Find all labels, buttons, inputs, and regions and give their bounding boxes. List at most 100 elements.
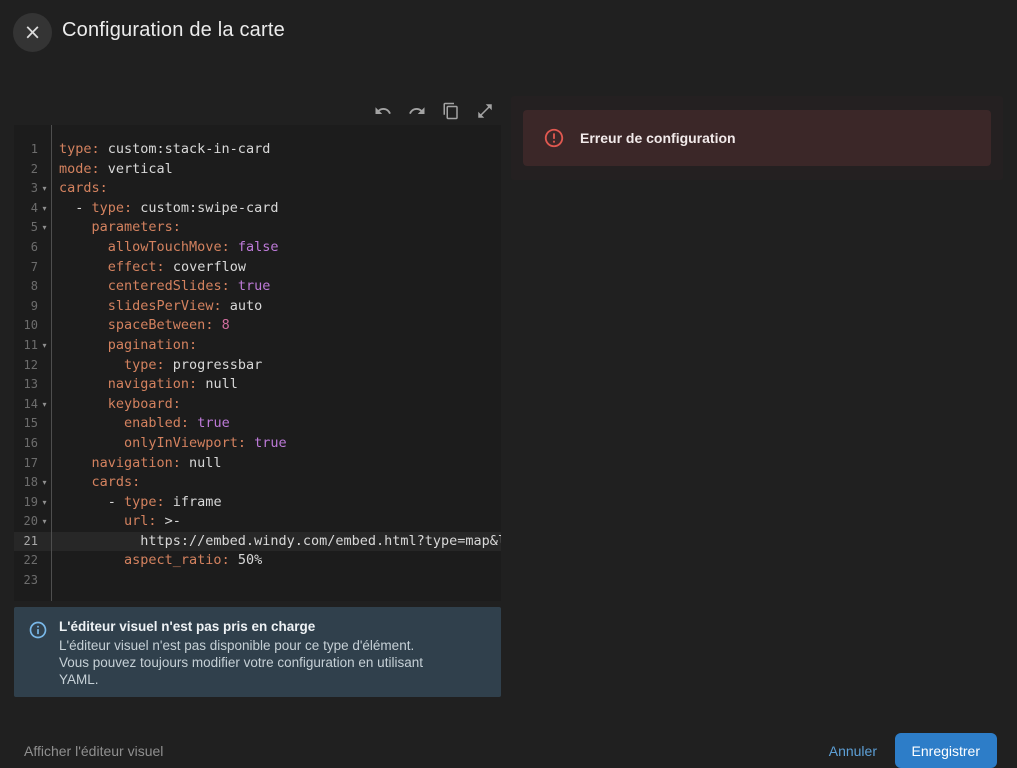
line-number: 13 [14, 375, 38, 395]
code-text: slidesPerView: auto [51, 297, 501, 317]
error-banner: Erreur de configuration [523, 110, 991, 166]
code-line[interactable]: 13 navigation: null [14, 375, 501, 395]
line-number: 6 [14, 238, 38, 258]
line-number: 17 [14, 454, 38, 474]
info-icon [28, 620, 48, 640]
line-number: 14 [14, 395, 38, 415]
fold-toggle-icon[interactable]: ▾ [38, 218, 51, 238]
fold-spacer [38, 551, 51, 571]
line-number: 18 [14, 473, 38, 493]
line-number: 4 [14, 199, 38, 219]
code-text: onlyInViewport: true [51, 434, 501, 454]
code-line[interactable]: 1type: custom:stack-in-card [14, 140, 501, 160]
code-text: aspect_ratio: 50% [51, 551, 501, 571]
code-line[interactable]: 9 slidesPerView: auto [14, 297, 501, 317]
code-text: effect: coverflow [51, 258, 501, 278]
info-text: L'éditeur visuel n'est pas pris en charg… [59, 619, 423, 685]
dialog-title: Configuration de la carte [62, 19, 285, 42]
code-line[interactable]: 8 centeredSlides: true [14, 277, 501, 297]
line-number: 11 [14, 336, 38, 356]
gutter-divider [51, 125, 52, 601]
show-visual-editor-button[interactable]: Afficher l'éditeur visuel [24, 743, 163, 759]
code-text: parameters: [51, 218, 501, 238]
undo-button[interactable] [373, 101, 393, 121]
fold-spacer [38, 434, 51, 454]
code-text: cards: [51, 179, 501, 199]
line-number: 3 [14, 179, 38, 199]
cancel-button[interactable]: Annuler [829, 743, 877, 759]
line-number: 19 [14, 493, 38, 513]
code-line[interactable]: 2mode: vertical [14, 160, 501, 180]
fold-toggle-icon[interactable]: ▾ [38, 493, 51, 513]
expand-button[interactable] [475, 101, 495, 121]
unsupported-editor-notice: L'éditeur visuel n'est pas pris en charg… [14, 607, 501, 697]
fold-toggle-icon[interactable]: ▾ [38, 336, 51, 356]
save-button[interactable]: Enregistrer [895, 733, 997, 768]
fold-toggle-icon[interactable]: ▾ [38, 473, 51, 493]
code-line[interactable]: 3▾cards: [14, 179, 501, 199]
code-text: keyboard: [51, 395, 501, 415]
code-text: cards: [51, 473, 501, 493]
close-icon: × [24, 22, 42, 43]
line-number: 12 [14, 356, 38, 376]
fold-spacer [38, 238, 51, 258]
code-text: enabled: true [51, 414, 501, 434]
undo-icon [374, 102, 392, 120]
fold-spacer [38, 375, 51, 395]
yaml-editor[interactable]: 1type: custom:stack-in-card2mode: vertic… [14, 125, 501, 601]
copy-icon [442, 102, 460, 120]
code-line[interactable]: 17 navigation: null [14, 454, 501, 474]
code-text: spaceBetween: 8 [51, 316, 501, 336]
code-text: pagination: [51, 336, 501, 356]
fold-spacer [38, 532, 51, 552]
code-line[interactable]: 4▾ - type: custom:swipe-card [14, 199, 501, 219]
fold-toggle-icon[interactable]: ▾ [38, 199, 51, 219]
code-text: - type: custom:swipe-card [51, 199, 501, 219]
copy-button[interactable] [441, 101, 461, 121]
fold-toggle-icon[interactable]: ▾ [38, 179, 51, 199]
card-config-dialog: × Configuration de la carte 1type: custo… [0, 0, 1017, 768]
error-title: Erreur de configuration [580, 130, 736, 146]
code-line[interactable]: 18▾ cards: [14, 473, 501, 493]
code-line[interactable]: 21 https://embed.windy.com/embed.html?ty… [14, 532, 501, 552]
fold-spacer [38, 277, 51, 297]
code-line[interactable]: 6 allowTouchMove: false [14, 238, 501, 258]
fold-toggle-icon[interactable]: ▾ [38, 395, 51, 415]
code-line[interactable]: 23 [14, 571, 501, 591]
code-line[interactable]: 14▾ keyboard: [14, 395, 501, 415]
code-line[interactable]: 5▾ parameters: [14, 218, 501, 238]
code-line[interactable]: 7 effect: coverflow [14, 258, 501, 278]
info-body: L'éditeur visuel n'est pas disponible po… [59, 637, 423, 688]
code-line[interactable]: 22 aspect_ratio: 50% [14, 551, 501, 571]
fold-spacer [38, 571, 51, 591]
line-number: 5 [14, 218, 38, 238]
line-number: 15 [14, 414, 38, 434]
code-text: centeredSlides: true [51, 277, 501, 297]
fold-toggle-icon[interactable]: ▾ [38, 512, 51, 532]
line-number: 10 [14, 316, 38, 336]
line-number: 23 [14, 571, 38, 591]
code-line[interactable]: 19▾ - type: iframe [14, 493, 501, 513]
fold-spacer [38, 160, 51, 180]
code-text [51, 571, 501, 591]
code-text: - type: iframe [51, 493, 501, 513]
code-text: mode: vertical [51, 160, 501, 180]
editor-toolbar [14, 97, 501, 125]
code-line[interactable]: 11▾ pagination: [14, 336, 501, 356]
code-text: https://embed.windy.com/embed.html?type=… [51, 532, 501, 552]
code-line[interactable]: 16 onlyInViewport: true [14, 434, 501, 454]
code-text: allowTouchMove: false [51, 238, 501, 258]
fold-spacer [38, 316, 51, 336]
line-number: 21 [14, 532, 38, 552]
line-number: 22 [14, 551, 38, 571]
code-line[interactable]: 15 enabled: true [14, 414, 501, 434]
code-line[interactable]: 20▾ url: >- [14, 512, 501, 532]
redo-button[interactable] [407, 101, 427, 121]
line-number: 20 [14, 512, 38, 532]
code-line[interactable]: 10 spaceBetween: 8 [14, 316, 501, 336]
close-button[interactable]: × [13, 13, 52, 52]
fold-spacer [38, 258, 51, 278]
line-number: 7 [14, 258, 38, 278]
code-text: navigation: null [51, 375, 501, 395]
code-line[interactable]: 12 type: progressbar [14, 356, 501, 376]
